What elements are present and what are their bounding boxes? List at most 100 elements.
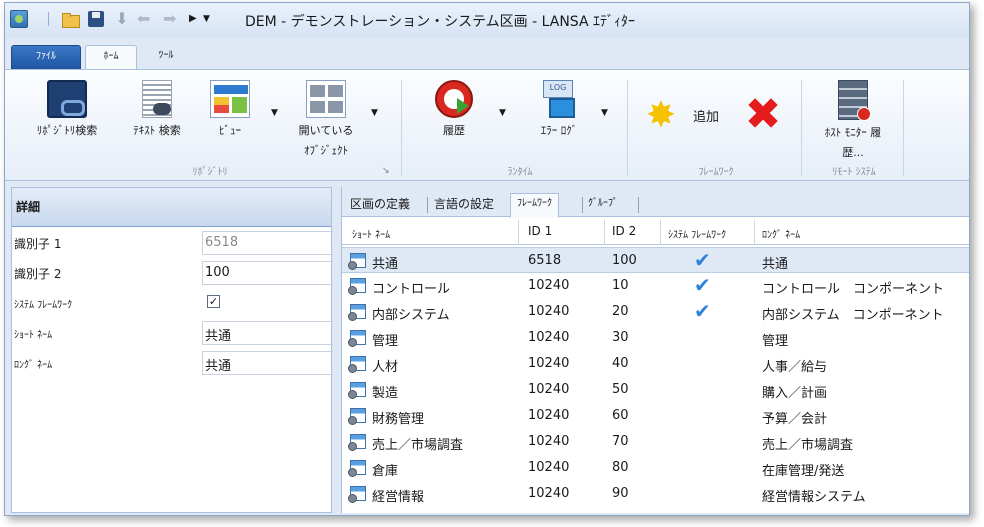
cell-id1: 10240 [528,486,570,501]
framework-grid-panel: 区画の定義 言語の設定 ﾌﾚｰﾑﾜｰｸ ｸﾞﾙｰﾌﾟ ｼｮｰﾄ ﾈｰﾑ ID 1… [341,187,969,513]
id2-field[interactable]: 100 [202,261,333,285]
table-row[interactable]: 共通 6518 100 共通 ✔ [342,247,969,273]
system-framework-check-icon: ✔ [694,299,711,323]
error-log-dropdown-icon[interactable]: ▼ [601,108,608,118]
view-dropdown-icon[interactable]: ▼ [271,108,278,118]
column-separator[interactable] [604,220,605,245]
delete-icon[interactable]: ✖ [743,93,783,137]
table-row[interactable]: コントロール 10240 10 コントロール コンポーネント ✔ [342,273,969,299]
cell-id2: 90 [612,486,629,501]
group-label-runtime: ﾗﾝﾀｲﾑ [507,167,533,178]
cell-short-name: 内部システム [372,308,450,323]
host-monitor-label-line2: 歴... [842,146,864,159]
tab-language-settings[interactable]: 言語の設定 [434,194,494,216]
column-header-id1[interactable]: ID 1 [528,224,552,238]
tab-separator [638,197,639,213]
system-framework-label: ｼｽﾃﾑ ﾌﾚｰﾑﾜｰｸ [14,300,73,311]
tab-partition-definition[interactable]: 区画の定義 [350,194,410,216]
dialog-launcher-icon[interactable]: ↘ [382,166,390,176]
property-row-id1: 識別子 1 6518 [12,230,333,256]
tab-file[interactable]: ﾌｧｲﾙ [11,45,81,69]
history-button[interactable]: 履歴 [425,80,483,138]
column-header-short-name[interactable]: ｼｮｰﾄ ﾈｰﾑ [352,226,390,241]
table-row[interactable]: 売上／市場調査 10240 70 売上／市場調査 [342,429,969,455]
table-row[interactable]: 管理 10240 30 管理 [342,325,969,351]
tab-group[interactable]: ｸﾞﾙｰﾌﾟ [588,194,618,216]
cell-id2: 10 [612,278,629,293]
table-row[interactable]: 人材 10240 40 人事／給与 [342,351,969,377]
tab-separator [582,197,583,213]
cell-short-name: 製造 [372,386,399,401]
text-search-icon [142,80,172,118]
cell-id2: 20 [612,304,629,319]
column-header-long-name[interactable]: ﾛﾝｸﾞ ﾈｰﾑ [762,226,800,241]
qat-customize-icon[interactable]: ▼ [203,10,221,28]
forward-arrow-icon[interactable]: ➡ [163,10,181,28]
system-framework-checkbox[interactable]: ✓ [207,295,220,308]
cell-id2: 30 [612,330,629,345]
repository-search-button[interactable]: ﾘﾎﾟｼﾞﾄﾘ検索 [21,80,113,138]
error-log-button[interactable]: ｴﾗｰ ﾛｸﾞ [519,80,599,138]
log-monitor-icon [539,80,579,118]
save-icon[interactable] [87,10,105,28]
document-tabs: 区画の定義 言語の設定 ﾌﾚｰﾑﾜｰｸ ｸﾞﾙｰﾌﾟ [342,187,969,218]
view-label: ﾋﾞｭｰ [219,124,241,137]
table-row[interactable]: 内部システム 10240 20 内部システム コンポーネント ✔ [342,299,969,325]
open-objects-label-line1: 開いている [298,124,354,137]
framework-item-icon [348,460,366,477]
tab-tools[interactable]: ﾂｰﾙ [141,45,191,69]
cell-long-name: 予算／会計 [762,412,828,427]
cell-id2: 70 [612,434,629,449]
table-row[interactable]: 製造 10240 50 購入／計画 [342,377,969,403]
framework-item-icon [348,356,366,373]
group-separator [801,80,802,176]
cell-id1: 10240 [528,408,570,423]
error-log-label: ｴﾗｰ ﾛｸﾞ [540,124,578,137]
long-name-field[interactable]: 共通 [202,351,333,375]
id1-label: 識別子 1 [14,237,62,251]
table-row[interactable]: 財務管理 10240 60 予算／会計 [342,403,969,429]
table-row[interactable]: 経営情報 10240 90 経営情報システム [342,481,969,507]
cell-id1: 6518 [528,253,562,268]
tab-framework[interactable]: ﾌﾚｰﾑﾜｰｸ [510,193,559,218]
view-button[interactable]: ﾋﾞｭｰ [203,80,257,138]
text-search-button[interactable]: ﾃｷｽﾄ 検索 [117,80,197,138]
ribbon: ﾘﾎﾟｼﾞﾄﾘ検索 ﾃｷｽﾄ 検索 ﾋﾞｭｰ ▼ 開いている ｵﾌﾞｼﾞｪｸﾄ … [5,69,969,181]
framework-item-icon [348,253,366,270]
cell-long-name: 内部システム コンポーネント [762,308,944,323]
qat-separator [48,12,49,26]
column-header-id2[interactable]: ID 2 [612,224,636,238]
column-separator[interactable] [660,220,661,245]
table-row[interactable]: 倉庫 10240 80 在庫管理/発送 [342,455,969,481]
host-monitor-history-button[interactable]: ﾎｽﾄ ﾓﾆﾀｰ 履 歴... [807,80,899,160]
open-objects-button[interactable]: 開いている ｵﾌﾞｼﾞｪｸﾄ [285,80,367,158]
column-separator[interactable] [518,220,519,245]
framework-item-icon [348,330,366,347]
column-separator[interactable] [754,220,755,245]
cell-id1: 10240 [528,278,570,293]
cell-long-name: 売上／市場調査 [762,438,854,453]
details-header: 詳細 [12,188,331,227]
cell-id2: 60 [612,408,629,423]
open-folder-icon[interactable] [61,10,80,28]
history-dropdown-icon[interactable]: ▼ [499,108,506,118]
short-name-field[interactable]: 共通 [202,321,333,345]
app-icon[interactable] [10,10,28,28]
framework-item-icon [348,434,366,451]
download-icon[interactable]: ⬇ [113,10,131,28]
open-objects-dropdown-icon[interactable]: ▼ [371,108,378,118]
details-panel: 詳細 識別子 1 6518 識別子 2 100 ｼｽﾃﾑ ﾌﾚｰﾑﾜｰｸ ✓ ｼ… [11,187,333,513]
title-bar: ⬇ ⬅ ➡ ▶ ▼ DEM - デモンストレーション・システム区画 - LANS… [5,3,969,37]
cell-long-name: 人事／給与 [762,360,828,375]
history-label: 履歴 [443,124,465,137]
add-label: 追加 [693,110,720,125]
tab-home[interactable]: ﾎｰﾑ [85,45,137,69]
open-objects-label-line2: ｵﾌﾞｼﾞｪｸﾄ [304,144,348,157]
back-arrow-icon[interactable]: ⬅ [137,10,155,28]
id1-field[interactable]: 6518 [202,231,333,255]
id2-label: 識別子 2 [14,267,62,281]
history-clock-icon [435,80,473,118]
column-header-system-framework[interactable]: ｼｽﾃﾑ ﾌﾚｰﾑﾜｰｸ [668,226,726,241]
cell-id1: 10240 [528,304,570,319]
cell-short-name: 人材 [372,360,399,375]
